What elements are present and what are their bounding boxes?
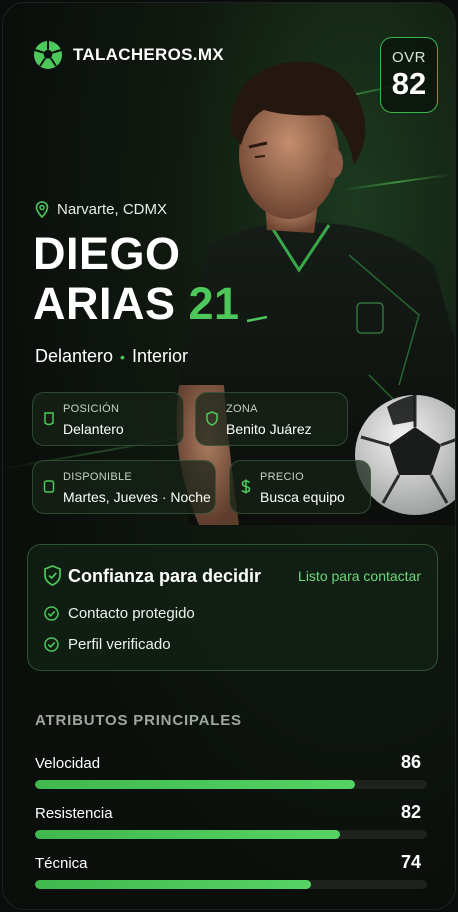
attribute-name: Técnica <box>35 855 88 872</box>
trust-title: Confianza para decidir <box>68 566 262 586</box>
attribute-value: 82 <box>400 802 421 822</box>
check-circle-icon <box>44 606 59 621</box>
shield-check-icon <box>44 565 61 586</box>
check-circle-icon <box>44 637 59 652</box>
chip-label: PRECIO <box>260 471 304 483</box>
map-pin-icon <box>35 201 49 218</box>
chip-value: Martes, Jueves · Noche <box>63 489 211 505</box>
player-role: Delantero • Interior <box>35 346 188 367</box>
dollar-icon <box>241 479 251 494</box>
player-sub-position: Interior <box>131 346 188 366</box>
ovr-badge: OVR 82 <box>380 37 438 113</box>
attribute-bar-fill <box>35 780 356 789</box>
chip-label: DISPONIBLE <box>63 471 133 483</box>
player-last-name: ARIAS <box>33 278 176 329</box>
player-first-name: DIEGO <box>33 228 181 279</box>
player-card: TALACHEROS.MX OVR 82 Narvarte, CDMX DIEG… <box>2 2 456 910</box>
separator-dot: • <box>120 348 125 365</box>
attribute-name: Resistencia <box>35 805 113 822</box>
player-name: DIEGO ARIAS 21 <box>33 229 240 329</box>
chip-availability: DISPONIBLE Martes, Jueves · Noche <box>32 460 216 514</box>
trust-item: Perfil verificado <box>44 636 171 653</box>
attributes-title: ATRIBUTOS PRINCIPALES <box>35 712 242 729</box>
attribute-value: 86 <box>400 752 421 772</box>
attribute-bar-fill <box>35 880 311 889</box>
chip-label: POSICIÓN <box>63 403 120 415</box>
attribute-value: 74 <box>400 852 421 872</box>
shirt-icon <box>44 412 54 426</box>
chip-value: Busca equipo <box>260 489 345 505</box>
chip-price: PRECIO Busca equipo <box>229 460 371 514</box>
chip-label: ZONA <box>226 403 258 415</box>
ovr-label: OVR <box>391 49 426 67</box>
player-number: 21 <box>188 278 240 329</box>
trust-item-label: Contacto protegido <box>68 605 195 622</box>
chip-value: Delantero <box>63 421 124 437</box>
attribute-bar-track <box>35 780 427 789</box>
trust-panel: Confianza para decidir Listo para contac… <box>27 544 438 671</box>
shield-icon <box>206 411 218 426</box>
ovr-value: 82 <box>391 66 427 102</box>
brand-name: TALACHEROS.MX <box>73 45 224 64</box>
chip-position: POSICIÓN Delantero <box>32 392 184 446</box>
attribute-resistencia: Resistencia 82 <box>35 802 427 839</box>
chip-zone: ZONA Benito Juárez <box>195 392 348 446</box>
attribute-velocidad: Velocidad 86 <box>35 752 427 789</box>
chip-value: Benito Juárez <box>226 421 312 437</box>
calendar-icon <box>43 480 55 493</box>
attribute-name: Velocidad <box>35 755 101 772</box>
trust-item-label: Perfil verificado <box>68 636 171 653</box>
soccer-ball-icon <box>34 41 62 69</box>
attribute-tecnica: Técnica 74 <box>35 852 427 889</box>
location: Narvarte, CDMX <box>35 201 167 218</box>
location-text: Narvarte, CDMX <box>57 201 168 218</box>
attribute-bar-track <box>35 880 427 889</box>
contact-status[interactable]: Listo para contactar <box>298 568 421 584</box>
player-position: Delantero <box>35 346 114 366</box>
attribute-bar-track <box>35 830 427 839</box>
attribute-bar-fill <box>35 830 341 839</box>
brand[interactable]: TALACHEROS.MX <box>33 40 224 70</box>
trust-item: Contacto protegido <box>44 605 195 622</box>
